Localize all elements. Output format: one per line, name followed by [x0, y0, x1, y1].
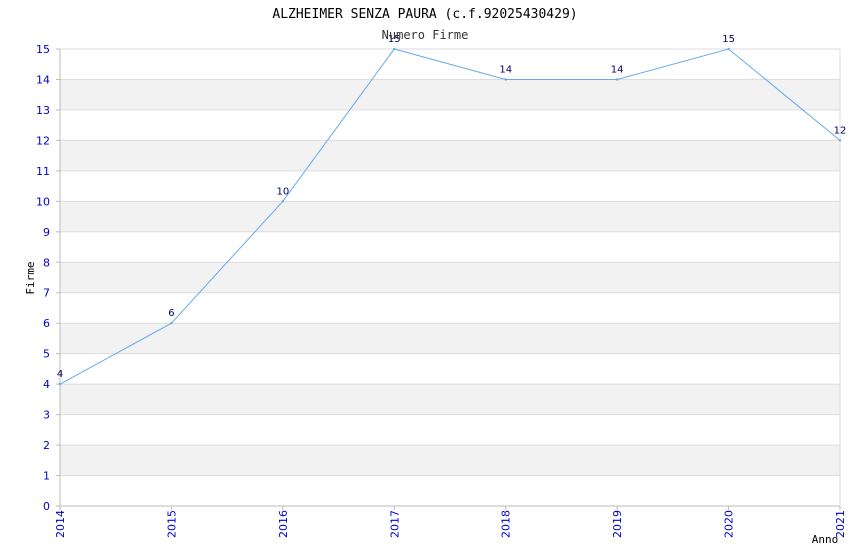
data-point — [615, 78, 619, 81]
x-tick-label: 2014 — [54, 510, 67, 538]
background-band — [60, 79, 840, 110]
chart-background-bands — [60, 49, 840, 506]
background-band — [60, 353, 840, 385]
x-tick-label: 2017 — [388, 510, 401, 538]
data-point — [727, 47, 730, 51]
x-tick-label: 2015 — [165, 510, 178, 538]
background-band — [60, 475, 840, 506]
y-tick-label: 11 — [36, 165, 50, 178]
x-axis-tick-labels: 2014 2015 2016 2017 2018 2019 2020 2021 — [54, 510, 847, 538]
y-tick-label: 4 — [43, 378, 50, 391]
data-label: 12 — [834, 125, 847, 136]
background-band — [60, 445, 840, 476]
y-tick-label: 3 — [43, 409, 50, 422]
background-band — [60, 231, 840, 263]
y-tick-label: 10 — [36, 195, 50, 208]
data-point — [170, 322, 173, 325]
background-band — [60, 414, 840, 446]
data-label: 6 — [168, 308, 174, 319]
data-point — [504, 78, 507, 81]
chart-title: ALZHEIMER SENZA PAURA (c.f.92025430429) — [272, 7, 577, 22]
x-tick-label: 2020 — [723, 510, 736, 538]
y-axis-tick-labels: 0123456789101112131415 — [36, 43, 50, 513]
background-band — [60, 170, 840, 202]
chart-subtitle: Numero Firme — [382, 28, 469, 42]
background-band — [60, 323, 840, 354]
y-tick-label: 8 — [43, 256, 50, 269]
data-label: 14 — [611, 64, 624, 75]
data-point — [393, 47, 396, 51]
line-chart: 0123456789101112131415 2014 2015 2016 2017 2… — [24, 7, 847, 546]
y-tick-label: 2 — [43, 439, 50, 452]
data-point — [58, 382, 62, 386]
y-tick-label: 0 — [43, 500, 50, 513]
x-tick-label: 2016 — [277, 510, 290, 538]
data-label: 15 — [722, 34, 735, 45]
x-axis-title: Anno — [812, 533, 839, 546]
y-tick-label: 13 — [36, 104, 50, 117]
background-band — [60, 262, 840, 293]
data-point — [281, 200, 285, 203]
data-label: 14 — [499, 64, 512, 75]
data-label: 4 — [57, 369, 63, 380]
data-label: 10 — [276, 186, 289, 197]
y-tick-label: 9 — [43, 226, 50, 239]
y-axis-title: Firme — [24, 261, 37, 294]
x-tick-label: 2018 — [500, 510, 513, 538]
x-tick-label: 2019 — [611, 510, 624, 538]
background-band — [60, 292, 840, 324]
y-tick-label: 12 — [36, 134, 50, 147]
background-band — [60, 384, 840, 415]
data-point — [838, 139, 842, 142]
y-tick-label: 14 — [36, 73, 50, 86]
background-band — [60, 109, 840, 141]
y-tick-label: 1 — [43, 470, 50, 483]
background-band — [60, 201, 840, 232]
y-tick-label: 15 — [36, 43, 50, 56]
y-tick-label: 6 — [43, 317, 50, 330]
y-tick-label: 7 — [43, 287, 50, 300]
background-band — [60, 140, 840, 171]
y-tick-label: 5 — [43, 348, 50, 361]
